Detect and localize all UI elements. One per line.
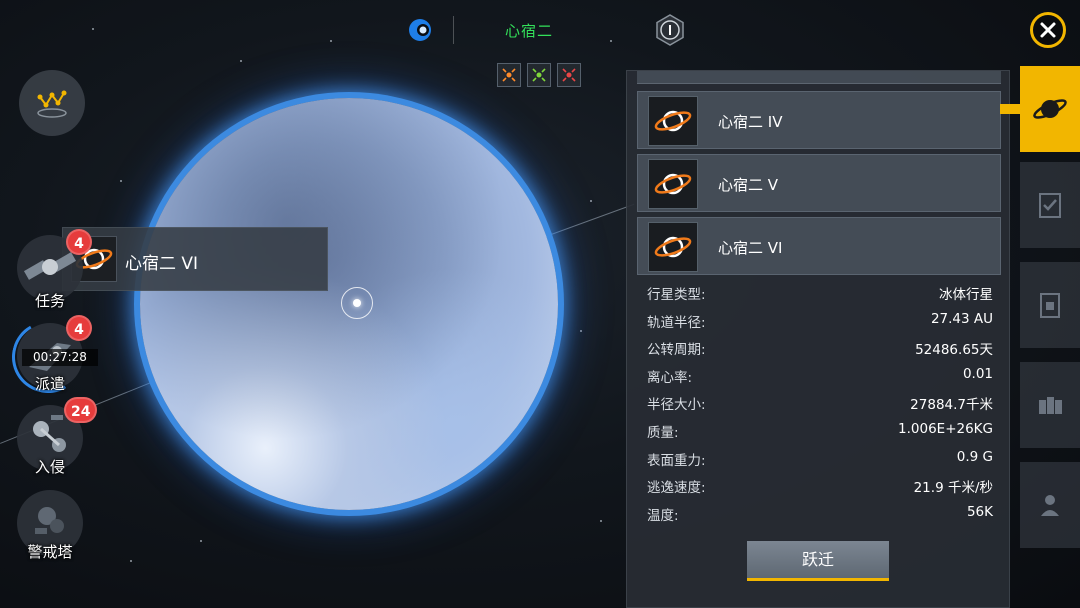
status-chip[interactable]	[527, 63, 551, 87]
status-chip[interactable]	[497, 63, 521, 87]
user-icon	[1041, 495, 1059, 516]
star	[120, 180, 122, 182]
invasion-button[interactable]: 24 入侵	[12, 397, 98, 480]
close-button[interactable]	[1030, 12, 1066, 48]
planet-orbit-icon	[654, 110, 692, 132]
detail-row: 半径大小: 27884.7千米	[647, 389, 993, 417]
target-dot	[353, 299, 361, 307]
tab-connector	[1000, 104, 1020, 114]
burst-icon	[532, 68, 546, 82]
planet-name: 心宿二 VI	[718, 239, 783, 257]
planet-name: 心宿二 IV	[718, 113, 783, 131]
group-icon	[1039, 397, 1062, 414]
dispatch-badge: 4	[66, 315, 92, 341]
detail-row: 质量: 1.006E+26KG	[647, 417, 993, 445]
detail-value: 52486.65天	[915, 342, 993, 359]
detail-value: 0.01	[962, 365, 993, 382]
detail-key: 半径大小:	[647, 397, 706, 414]
star	[200, 540, 202, 542]
detail-row: 逃逸速度: 21.9 千米/秒	[647, 472, 993, 500]
star	[130, 560, 132, 562]
missions-badge: 4	[66, 229, 92, 255]
system-title: 心宿二	[505, 22, 554, 40]
planet-thumb	[648, 159, 698, 209]
status-chip[interactable]	[557, 63, 581, 87]
detail-row: 温度: 56K	[647, 500, 993, 528]
detail-value: 56K	[966, 503, 993, 520]
tab-planet[interactable]	[1020, 66, 1080, 152]
top-divider	[453, 16, 454, 44]
document-icon	[1040, 293, 1060, 318]
planet-thumb	[648, 96, 698, 146]
star	[240, 60, 242, 62]
detail-key: 公转周期:	[647, 342, 706, 359]
detail-value: 27884.7千米	[910, 397, 993, 414]
detail-key: 轨道半径:	[647, 314, 706, 331]
planet-details: 行星类型: 冰体行星 轨道半径: 27.43 AU 公转周期: 52486.65天 离…	[647, 279, 993, 527]
planet-list-item-selected[interactable]: 心宿二 VI	[637, 217, 1001, 275]
detail-key: 温度:	[647, 507, 679, 524]
tab-fleet[interactable]	[1020, 362, 1080, 448]
detail-key: 行星类型:	[647, 287, 706, 303]
close-icon	[1040, 22, 1056, 38]
dispatch-label: 派遣	[34, 375, 65, 393]
side-tabs	[1020, 66, 1080, 608]
detail-value: 27.43 AU	[930, 310, 993, 327]
star	[590, 200, 592, 202]
planet-info-panel: 心宿二 IV 心宿二 V 心宿二 VI 行星类型: 冰体行星 轨道半径: 27.43…	[626, 70, 1010, 608]
invasion-label: 入侵	[34, 458, 65, 476]
selected-planet-label[interactable]: 心宿二 VI	[62, 227, 328, 291]
detail-value: 冰体行星	[939, 287, 993, 303]
planet-orbit-icon	[654, 236, 692, 258]
detail-row: 离心率: 0.01	[647, 362, 993, 390]
detail-key: 质量:	[647, 424, 679, 441]
jump-button[interactable]: 跃迁	[747, 541, 889, 581]
planet-name: 心宿二 V	[718, 176, 779, 194]
info-icon[interactable]	[654, 14, 686, 46]
planet-orbit-icon	[654, 173, 692, 195]
detail-key: 表面重力:	[647, 452, 706, 469]
detail-row: 轨道半径: 27.43 AU	[647, 307, 993, 335]
selected-planet-name: 心宿二 VI	[125, 254, 199, 274]
planet-list-item[interactable]: 心宿二 V	[637, 154, 1001, 212]
star	[92, 28, 94, 30]
planet-thumb	[648, 222, 698, 272]
top-bar: 心宿二	[400, 10, 700, 50]
detail-key: 逃逸速度:	[647, 480, 706, 497]
planet-list-item[interactable]: 心宿二 IV	[637, 91, 1001, 149]
invasion-badge: 24	[64, 397, 98, 423]
missions-button[interactable]: 4 任务	[12, 229, 92, 315]
detail-value: 0.9 G	[956, 448, 993, 465]
detail-value: 21.9 千米/秒	[913, 480, 993, 497]
planet-list-scroll-edge[interactable]	[637, 71, 1001, 84]
watchtower-label: 警戒塔	[27, 543, 73, 561]
detail-row: 公转周期: 52486.65天	[647, 334, 993, 362]
burst-icon	[562, 68, 576, 82]
tab-tasks[interactable]	[1020, 162, 1080, 248]
planet-icon	[1033, 99, 1067, 119]
tab-players[interactable]	[1020, 462, 1080, 548]
dispatch-button[interactable]: 00:27:28 4 派遣	[12, 315, 98, 398]
star	[330, 40, 332, 42]
missions-label: 任务	[34, 292, 65, 310]
starmap-button[interactable]	[19, 70, 85, 136]
star	[580, 330, 582, 332]
star	[600, 520, 602, 522]
detail-row: 表面重力: 0.9 G	[647, 445, 993, 473]
detail-value: 1.006E+26KG	[898, 420, 993, 437]
status-icons	[497, 63, 581, 87]
detail-row: 行星类型: 冰体行星	[647, 279, 993, 307]
detail-key: 离心率:	[647, 369, 693, 386]
burst-icon	[502, 68, 516, 82]
watchtower-button[interactable]: 警戒塔	[12, 490, 88, 565]
constellation-icon	[37, 90, 67, 118]
tab-resources[interactable]	[1020, 262, 1080, 348]
dispatch-timer: 00:27:28	[22, 349, 98, 366]
star-system-icon[interactable]	[407, 17, 433, 43]
checklist-icon	[1039, 193, 1061, 218]
